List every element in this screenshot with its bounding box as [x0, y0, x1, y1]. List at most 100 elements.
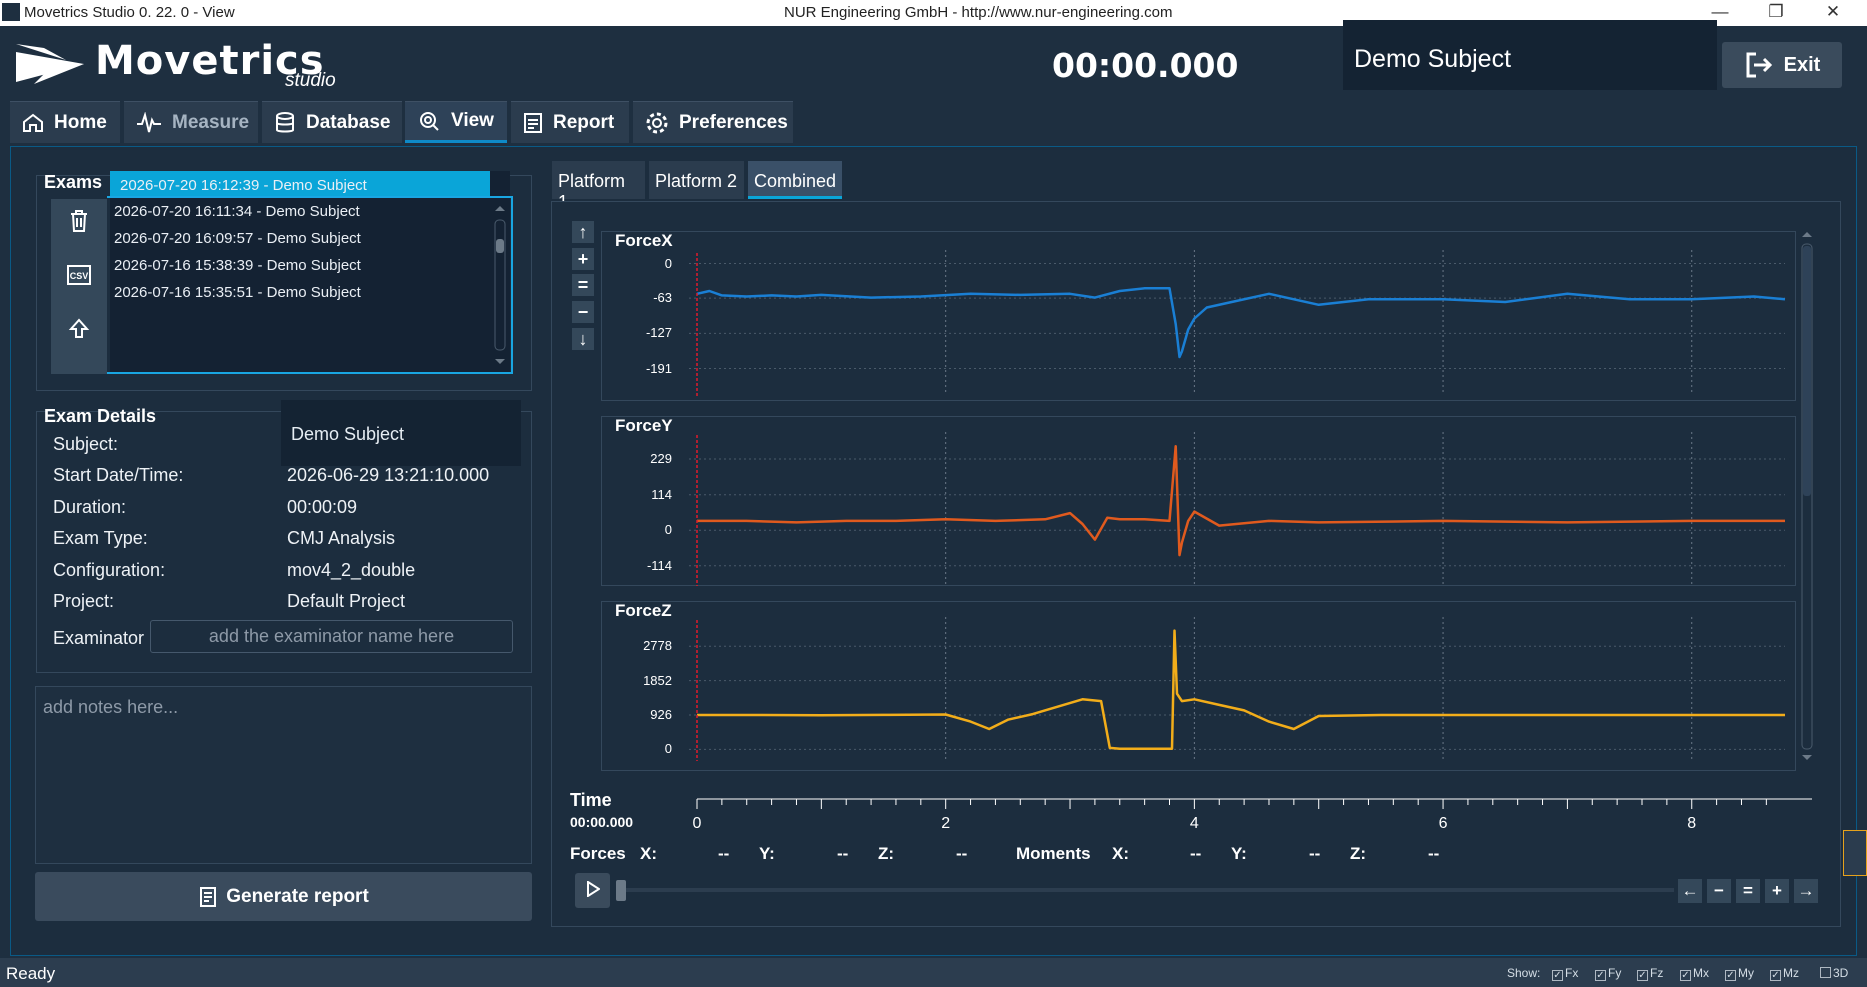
subject-label: Subject:: [53, 434, 119, 454]
force-z-label: Z:: [878, 844, 895, 863]
restore-button[interactable]: ❐: [1748, 0, 1804, 26]
moment-y-label: Y:: [1231, 844, 1247, 863]
checkbox-box: ✓: [1770, 970, 1781, 981]
checkbox-box: [1820, 967, 1831, 978]
play-button[interactable]: [575, 873, 610, 908]
zoom-in-button[interactable]: +: [572, 248, 594, 270]
start-datetime-label: Start Date/Time:: [53, 465, 184, 485]
generate-report-button[interactable]: Generate report: [35, 872, 532, 921]
playback-slider-track[interactable]: [621, 888, 1674, 892]
logo-subtext: studio: [285, 70, 336, 91]
checkbox-label: Mx: [1693, 966, 1709, 980]
plots-scrollbar-track: [1801, 232, 1813, 760]
exam-type-value: CMJ Analysis: [287, 528, 396, 548]
scroll-up-button[interactable]: ↑: [572, 221, 594, 243]
exam-list-focus-border: [107, 196, 513, 374]
pulse-icon: [137, 111, 161, 132]
side-dock-icon[interactable]: [1843, 830, 1867, 876]
status-text: Ready: [6, 964, 56, 983]
checkbox-box: ✓: [1595, 970, 1606, 981]
plots-scrollbar[interactable]: [1800, 230, 1814, 762]
time-zoom-reset-button[interactable]: =: [1736, 879, 1760, 903]
window-center-text: NUR Engineering GmbH - http://www.nur-en…: [784, 4, 1173, 21]
duration-label: Duration:: [53, 497, 127, 517]
plot-forcey-ytick-label: 114: [651, 486, 672, 502]
exit-button[interactable]: Exit: [1722, 42, 1842, 88]
checkbox-box: ✓: [1552, 970, 1563, 981]
checkbox-label: Fy: [1608, 966, 1622, 980]
show-fy-checkbox[interactable]: ✓ Fy: [1595, 966, 1621, 981]
database-icon: [276, 111, 294, 132]
exit-icon: [1746, 52, 1772, 78]
forces-label: Forces: [570, 844, 626, 863]
tab-report-label: Report: [553, 111, 615, 133]
plot-forcez-ytick-label: 926: [650, 707, 672, 723]
plot-forcey-title: ForceY: [615, 416, 673, 435]
tab-home[interactable]: Home: [10, 101, 120, 143]
tab-measure[interactable]: Measure: [124, 101, 258, 143]
tab-platform-2[interactable]: Platform 2: [649, 161, 744, 199]
tab-database[interactable]: Database: [262, 101, 402, 143]
exam-list-item[interactable]: 2026-07-20 16:12:39 - Demo Subject: [110, 171, 490, 198]
step-back-button[interactable]: ←: [1678, 879, 1702, 903]
tab-preferences[interactable]: Preferences: [633, 101, 793, 143]
time-zoom-out-button[interactable]: −: [1707, 879, 1731, 903]
show-mx-checkbox[interactable]: ✓ Mx: [1680, 966, 1709, 981]
notes-textarea[interactable]: add notes here...: [35, 686, 532, 864]
plot-forcez-ytick-label: 2778: [643, 638, 672, 654]
view-icon: [420, 112, 439, 131]
configuration-label: Configuration:: [53, 560, 166, 580]
exam-type-label: Exam Type:: [53, 528, 148, 548]
exam-list-scrollbar[interactable]: [493, 205, 507, 367]
moment-z-label: Z:: [1350, 844, 1367, 863]
playback-slider-handle[interactable]: [616, 880, 626, 901]
checkbox-label: My: [1738, 966, 1754, 980]
plot-forcex-ytick-label: -191: [645, 360, 672, 376]
project-value: Default Project: [287, 591, 406, 611]
plot-forcey-box: [601, 416, 1796, 586]
report-doc-icon: [200, 886, 217, 907]
tab-combined[interactable]: Combined: [748, 161, 842, 199]
time-axis-tick-label: 8: [1687, 815, 1696, 830]
zoom-out-button[interactable]: −: [572, 301, 594, 323]
home-icon: [23, 113, 43, 132]
close-button[interactable]: ✕: [1805, 0, 1861, 26]
moment-x-value: --: [1190, 844, 1202, 863]
plot-forcex-box: [601, 231, 1796, 401]
current-subject: Demo Subject: [1343, 20, 1717, 90]
tab-platform-1[interactable]: Platform 1: [552, 161, 645, 212]
time-zoom-in-button[interactable]: +: [1765, 879, 1789, 903]
upload-exam-button[interactable]: [51, 317, 107, 347]
moment-z-value: --: [1428, 844, 1440, 863]
scrollbar-arrows: [494, 206, 506, 364]
tab-measure-label: Measure: [172, 111, 250, 133]
plot-forcez-title: ForceZ: [615, 601, 672, 620]
checkbox-box: ✓: [1680, 970, 1691, 981]
plot-forcez-ytick-label: 1852: [643, 672, 672, 688]
zoom-reset-button[interactable]: =: [572, 274, 594, 296]
trash-icon: [71, 210, 87, 232]
checkbox-label: Fx: [1565, 966, 1579, 980]
examinator-input[interactable]: add the examinator name here: [150, 620, 513, 653]
force-x-label: X:: [640, 844, 657, 863]
force-y-value: --: [837, 844, 849, 863]
delete-exam-button[interactable]: [51, 209, 107, 239]
checkbox-box: ✓: [1725, 970, 1736, 981]
show-fx-checkbox[interactable]: ✓ Fx: [1552, 966, 1578, 981]
tab-report[interactable]: Report: [511, 101, 629, 143]
show-mz-checkbox[interactable]: ✓ Mz: [1770, 966, 1799, 981]
show-3d-checkbox[interactable]: 3D: [1820, 966, 1848, 980]
tab-view[interactable]: View: [405, 101, 507, 143]
play-icon: [586, 880, 601, 898]
show-my-checkbox[interactable]: ✓ My: [1725, 966, 1754, 981]
moments-label: Moments: [1016, 844, 1091, 863]
start-datetime-value: 2026-06-29 13:21:10.000: [287, 465, 490, 485]
scroll-down-button[interactable]: ↓: [572, 328, 594, 350]
exams-toolbar: CSV: [51, 199, 107, 374]
plot-forcey-ytick-label: 229: [650, 450, 672, 466]
show-fz-checkbox[interactable]: ✓ Fz: [1637, 966, 1663, 981]
generate-report-label: Generate report: [226, 885, 369, 907]
step-forward-button[interactable]: →: [1794, 879, 1818, 903]
export-csv-button[interactable]: CSV: [51, 263, 107, 293]
status-bar: Ready Show: ✓ Fx ✓ Fy ✓ Fz ✓ Mx ✓ My ✓ Mz 3D: [0, 958, 1867, 987]
